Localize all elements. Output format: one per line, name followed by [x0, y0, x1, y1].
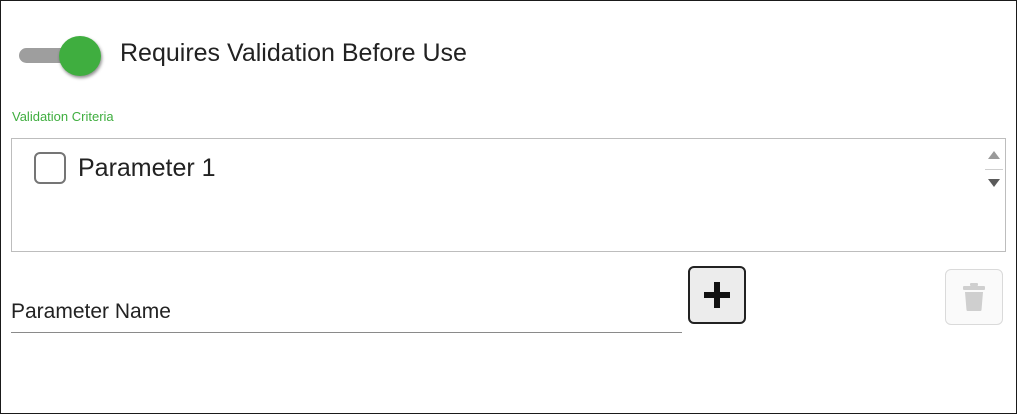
list-item[interactable]: Parameter 1	[34, 151, 216, 185]
delete-parameter-button[interactable]	[945, 269, 1003, 325]
arrow-up-icon[interactable]	[988, 151, 1000, 159]
plus-icon	[704, 282, 730, 308]
validation-criteria-label: Validation Criteria	[12, 109, 114, 124]
scrollbar-divider	[985, 169, 1003, 170]
list-item-label: Parameter 1	[78, 153, 216, 182]
validation-panel: Requires Validation Before Use Validatio…	[0, 0, 1017, 414]
list-scrollbar[interactable]	[983, 139, 1005, 204]
parameter-name-input[interactable]	[11, 291, 682, 333]
requires-validation-toggle[interactable]	[15, 34, 107, 76]
validation-criteria-list[interactable]: Parameter 1	[11, 138, 1006, 252]
parameter-checkbox[interactable]	[34, 152, 66, 184]
add-parameter-button[interactable]	[688, 266, 746, 324]
arrow-down-icon[interactable]	[988, 179, 1000, 187]
trash-icon	[963, 283, 985, 311]
toggle-thumb	[59, 36, 101, 76]
requires-validation-label: Requires Validation Before Use	[120, 39, 467, 67]
